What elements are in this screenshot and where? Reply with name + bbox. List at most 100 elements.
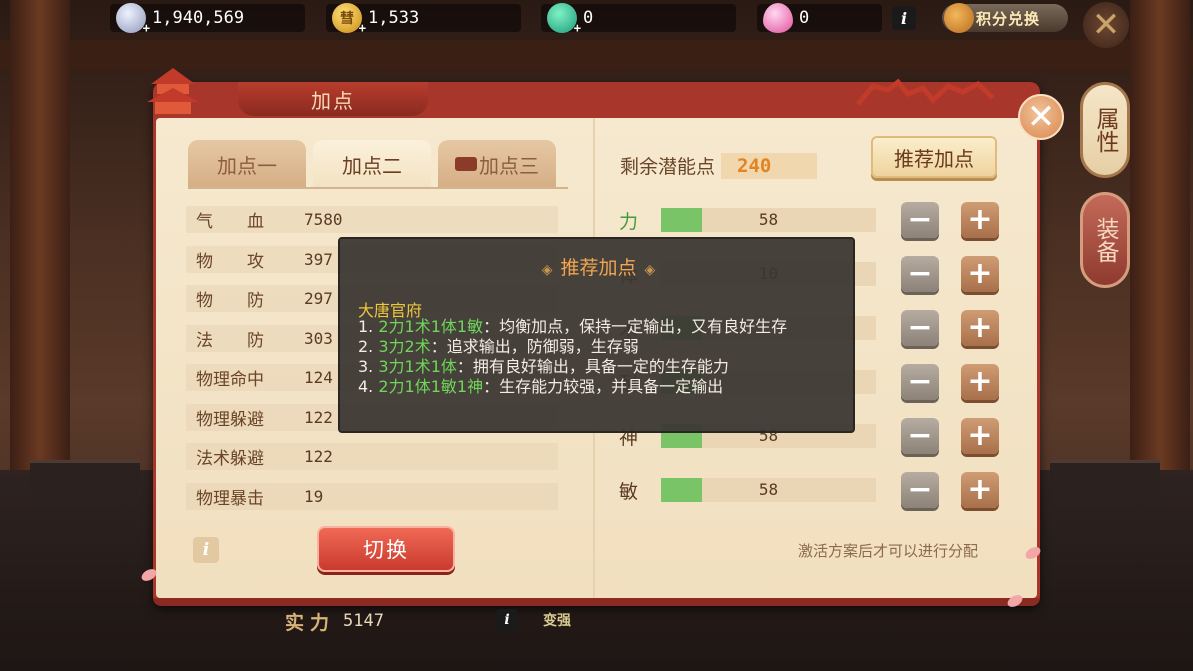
remaining-potential: 剩余潜能点 240	[620, 152, 818, 179]
item-highlight: 3力2术	[378, 337, 431, 356]
diamond-icon: ◈	[541, 262, 553, 278]
stat-value: 124	[304, 368, 333, 387]
close-window-icon[interactable]: ✕	[1083, 2, 1129, 48]
points-exchange-button[interactable]: 积分兑换	[942, 3, 1068, 33]
item-number: 4.	[358, 377, 374, 396]
tab-plan-2-label: 加点二	[342, 153, 402, 178]
add-plus-icon: +	[358, 21, 366, 35]
gem-drop-icon[interactable]	[763, 3, 793, 33]
attr-value: 58	[758, 480, 779, 499]
bg-rail-right	[1050, 460, 1160, 500]
jade-icon[interactable]: +	[547, 3, 581, 35]
item-number: 2.	[358, 337, 374, 356]
add-plus-icon: +	[573, 21, 581, 35]
silver-amount: 1,940,569	[152, 8, 245, 28]
add-plus-icon: +	[142, 21, 150, 35]
stat-name: 物理躲避	[196, 409, 264, 430]
jade-currency: + 0	[541, 3, 736, 35]
silver-coin-icon[interactable]: +	[116, 3, 150, 35]
strengthen-button[interactable]: 变强	[543, 610, 571, 630]
decrease-button[interactable]: −	[901, 418, 939, 454]
tab-plan-3[interactable]: 加点三	[438, 140, 556, 188]
stat-value: 122	[304, 407, 333, 427]
side-tab-attributes-label: 属性	[1092, 107, 1118, 153]
item-desc: ：生存能力较强，并具备一定输出	[483, 377, 724, 396]
stat-name: 气血	[196, 212, 298, 232]
attr-value: 58	[758, 210, 779, 229]
tooltip-item: 1. 2力1术1体1敏：均衡加点，保持一定输出，又有良好生存	[358, 317, 848, 337]
item-number: 3.	[358, 357, 374, 376]
side-tab-equipment[interactable]: 装备	[1080, 192, 1130, 288]
attr-row: 敏 58 − +	[615, 470, 1015, 524]
lock-icon	[455, 157, 477, 171]
increase-button[interactable]: +	[961, 202, 999, 238]
activate-hint: 激活方案后才可以进行分配	[798, 542, 979, 560]
tab-plan-1[interactable]: 加点一	[188, 140, 306, 188]
bg-rail-left	[30, 460, 140, 500]
increase-button[interactable]: +	[961, 310, 999, 346]
money-bag-icon	[944, 3, 974, 33]
gold-coin-icon[interactable]: 彗 +	[332, 3, 366, 35]
attr-bar: 58	[661, 478, 876, 502]
increase-button[interactable]: +	[961, 418, 999, 454]
item-desc: ：追求输出，防御弱，生存弱	[430, 337, 639, 356]
stat-value: 7580	[304, 210, 343, 229]
switch-button[interactable]: 切换	[317, 526, 455, 572]
gold-amount: 1,533	[368, 8, 420, 28]
stat-name: 物理暴击	[196, 488, 264, 509]
item-desc: ：拥有良好输出，具备一定的生存能力	[456, 357, 729, 376]
increase-button[interactable]: +	[961, 472, 999, 508]
gem-amount: 0	[799, 8, 810, 28]
tab-plan-1-label: 加点一	[217, 153, 277, 178]
increase-button[interactable]: +	[961, 256, 999, 292]
stat-value: 303	[304, 328, 333, 348]
tooltip-item: 4. 2力1体1敏1神：生存能力较强，并具备一定输出	[358, 377, 848, 397]
stat-row: 法术躲避 122	[186, 443, 558, 470]
stat-value: 122	[304, 447, 333, 466]
stat-row: 物理暴击 19	[186, 482, 558, 510]
panel-close-icon[interactable]: ✕	[1018, 94, 1064, 140]
item-highlight: 2力1体1敏1神	[378, 377, 484, 396]
side-tab-equipment-label: 装备	[1092, 217, 1118, 263]
stat-value: 19	[304, 486, 324, 506]
attr-name: 敏	[619, 480, 639, 503]
tab-underline	[188, 187, 568, 189]
power-info-icon[interactable]: i	[496, 609, 518, 631]
gem-currency: 0	[757, 3, 882, 33]
increase-button[interactable]: +	[961, 364, 999, 400]
potential-label: 剩余潜能点	[620, 156, 716, 178]
pagoda-icon	[147, 68, 199, 114]
stat-value: 397	[304, 249, 333, 269]
decrease-button[interactable]: −	[901, 472, 939, 508]
info-icon[interactable]: i	[892, 6, 916, 30]
tooltip-item: 2. 3力2术：追求输出，防御弱，生存弱	[358, 337, 848, 357]
panel-bottom-rail	[153, 598, 1040, 606]
stat-row: 气血 7580	[186, 206, 558, 233]
tooltip-title-text: 推荐加点	[560, 257, 637, 279]
item-highlight: 2力1术1体1敏	[378, 317, 484, 336]
power-strip: 实力 5147 i 变强	[285, 606, 645, 636]
side-tab-attributes[interactable]: 属性	[1080, 82, 1130, 178]
resource-bar: + 1,940,569 彗 + 1,533 + 0 0 i 积分兑换 ✕	[0, 0, 1193, 48]
tooltip-item: 3. 3力1术1体：拥有良好输出，具备一定的生存能力	[358, 357, 848, 377]
decrease-button[interactable]: −	[901, 202, 939, 238]
stat-name: 物防	[196, 291, 298, 311]
recommend-points-button[interactable]: 推荐加点	[871, 136, 997, 178]
horses-decoration-icon	[856, 78, 995, 106]
stat-name: 物攻	[196, 251, 298, 272]
attr-name: 力	[619, 210, 639, 233]
decrease-button[interactable]: −	[901, 310, 939, 346]
tab-plan-3-label: 加点三	[479, 153, 539, 178]
tooltip-title: ◈ 推荐加点 ◈	[340, 253, 857, 280]
decrease-button[interactable]: −	[901, 364, 939, 400]
attr-bar: 58	[661, 208, 876, 232]
stat-name: 物理命中	[196, 370, 264, 390]
power-label: 实力	[285, 611, 336, 634]
stats-info-icon[interactable]: i	[193, 537, 219, 563]
tab-plan-2[interactable]: 加点二	[313, 140, 431, 188]
power-value: 5147	[343, 611, 384, 631]
panel-title: 加点	[238, 82, 428, 116]
silver-currency: + 1,940,569	[110, 3, 305, 35]
diamond-icon: ◈	[644, 262, 656, 278]
decrease-button[interactable]: −	[901, 256, 939, 292]
